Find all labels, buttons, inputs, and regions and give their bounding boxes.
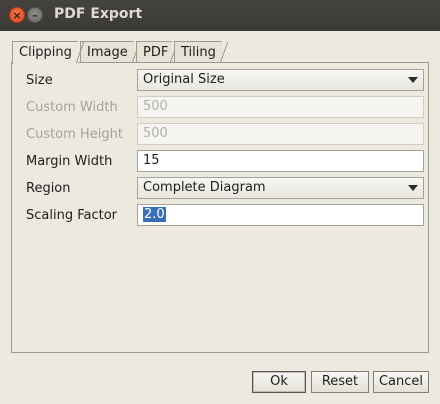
title-bar: × – PDF Export — [0, 0, 440, 31]
tab-clipping[interactable]: Clipping — [12, 41, 84, 64]
tab-tiling[interactable]: Tiling — [174, 41, 228, 64]
clipping-panel: Size Original Size Custom Width 500 Cust… — [11, 62, 429, 353]
custom-height-row: Custom Height — [26, 123, 136, 145]
scaling-factor-label: Scaling Factor — [26, 207, 118, 223]
size-label: Size — [26, 72, 53, 88]
minimize-icon[interactable]: – — [27, 7, 43, 23]
margin-width-label: Margin Width — [26, 153, 113, 169]
custom-width-label: Custom Width — [26, 99, 118, 115]
cancel-button[interactable]: Cancel — [373, 371, 429, 393]
region-row: Region — [26, 177, 136, 199]
window-title: PDF Export — [54, 6, 143, 22]
margin-width-field[interactable]: 15 — [137, 150, 424, 172]
chevron-down-icon — [408, 77, 418, 83]
custom-height-field: 500 — [137, 123, 424, 145]
scaling-factor-field[interactable]: 2.0 — [137, 204, 424, 226]
custom-height-label: Custom Height — [26, 126, 123, 142]
size-dropdown-value: Original Size — [143, 72, 225, 87]
ok-button[interactable]: Ok — [252, 371, 306, 393]
custom-width-field: 500 — [137, 96, 424, 118]
scaling-factor-value: 2.0 — [143, 207, 166, 222]
region-dropdown-value: Complete Diagram — [143, 180, 266, 195]
size-row: Size — [26, 69, 136, 91]
margin-width-row: Margin Width — [26, 150, 136, 172]
custom-width-row: Custom Width — [26, 96, 136, 118]
reset-button[interactable]: Reset — [311, 371, 369, 393]
tab-image[interactable]: Image — [80, 41, 140, 64]
region-label: Region — [26, 180, 71, 196]
close-icon[interactable]: × — [9, 7, 25, 23]
region-dropdown[interactable]: Complete Diagram — [137, 177, 424, 199]
size-dropdown[interactable]: Original Size — [137, 69, 424, 91]
chevron-down-icon — [408, 185, 418, 191]
tab-pdf[interactable]: PDF — [136, 41, 178, 64]
scaling-factor-row: Scaling Factor — [26, 204, 136, 226]
